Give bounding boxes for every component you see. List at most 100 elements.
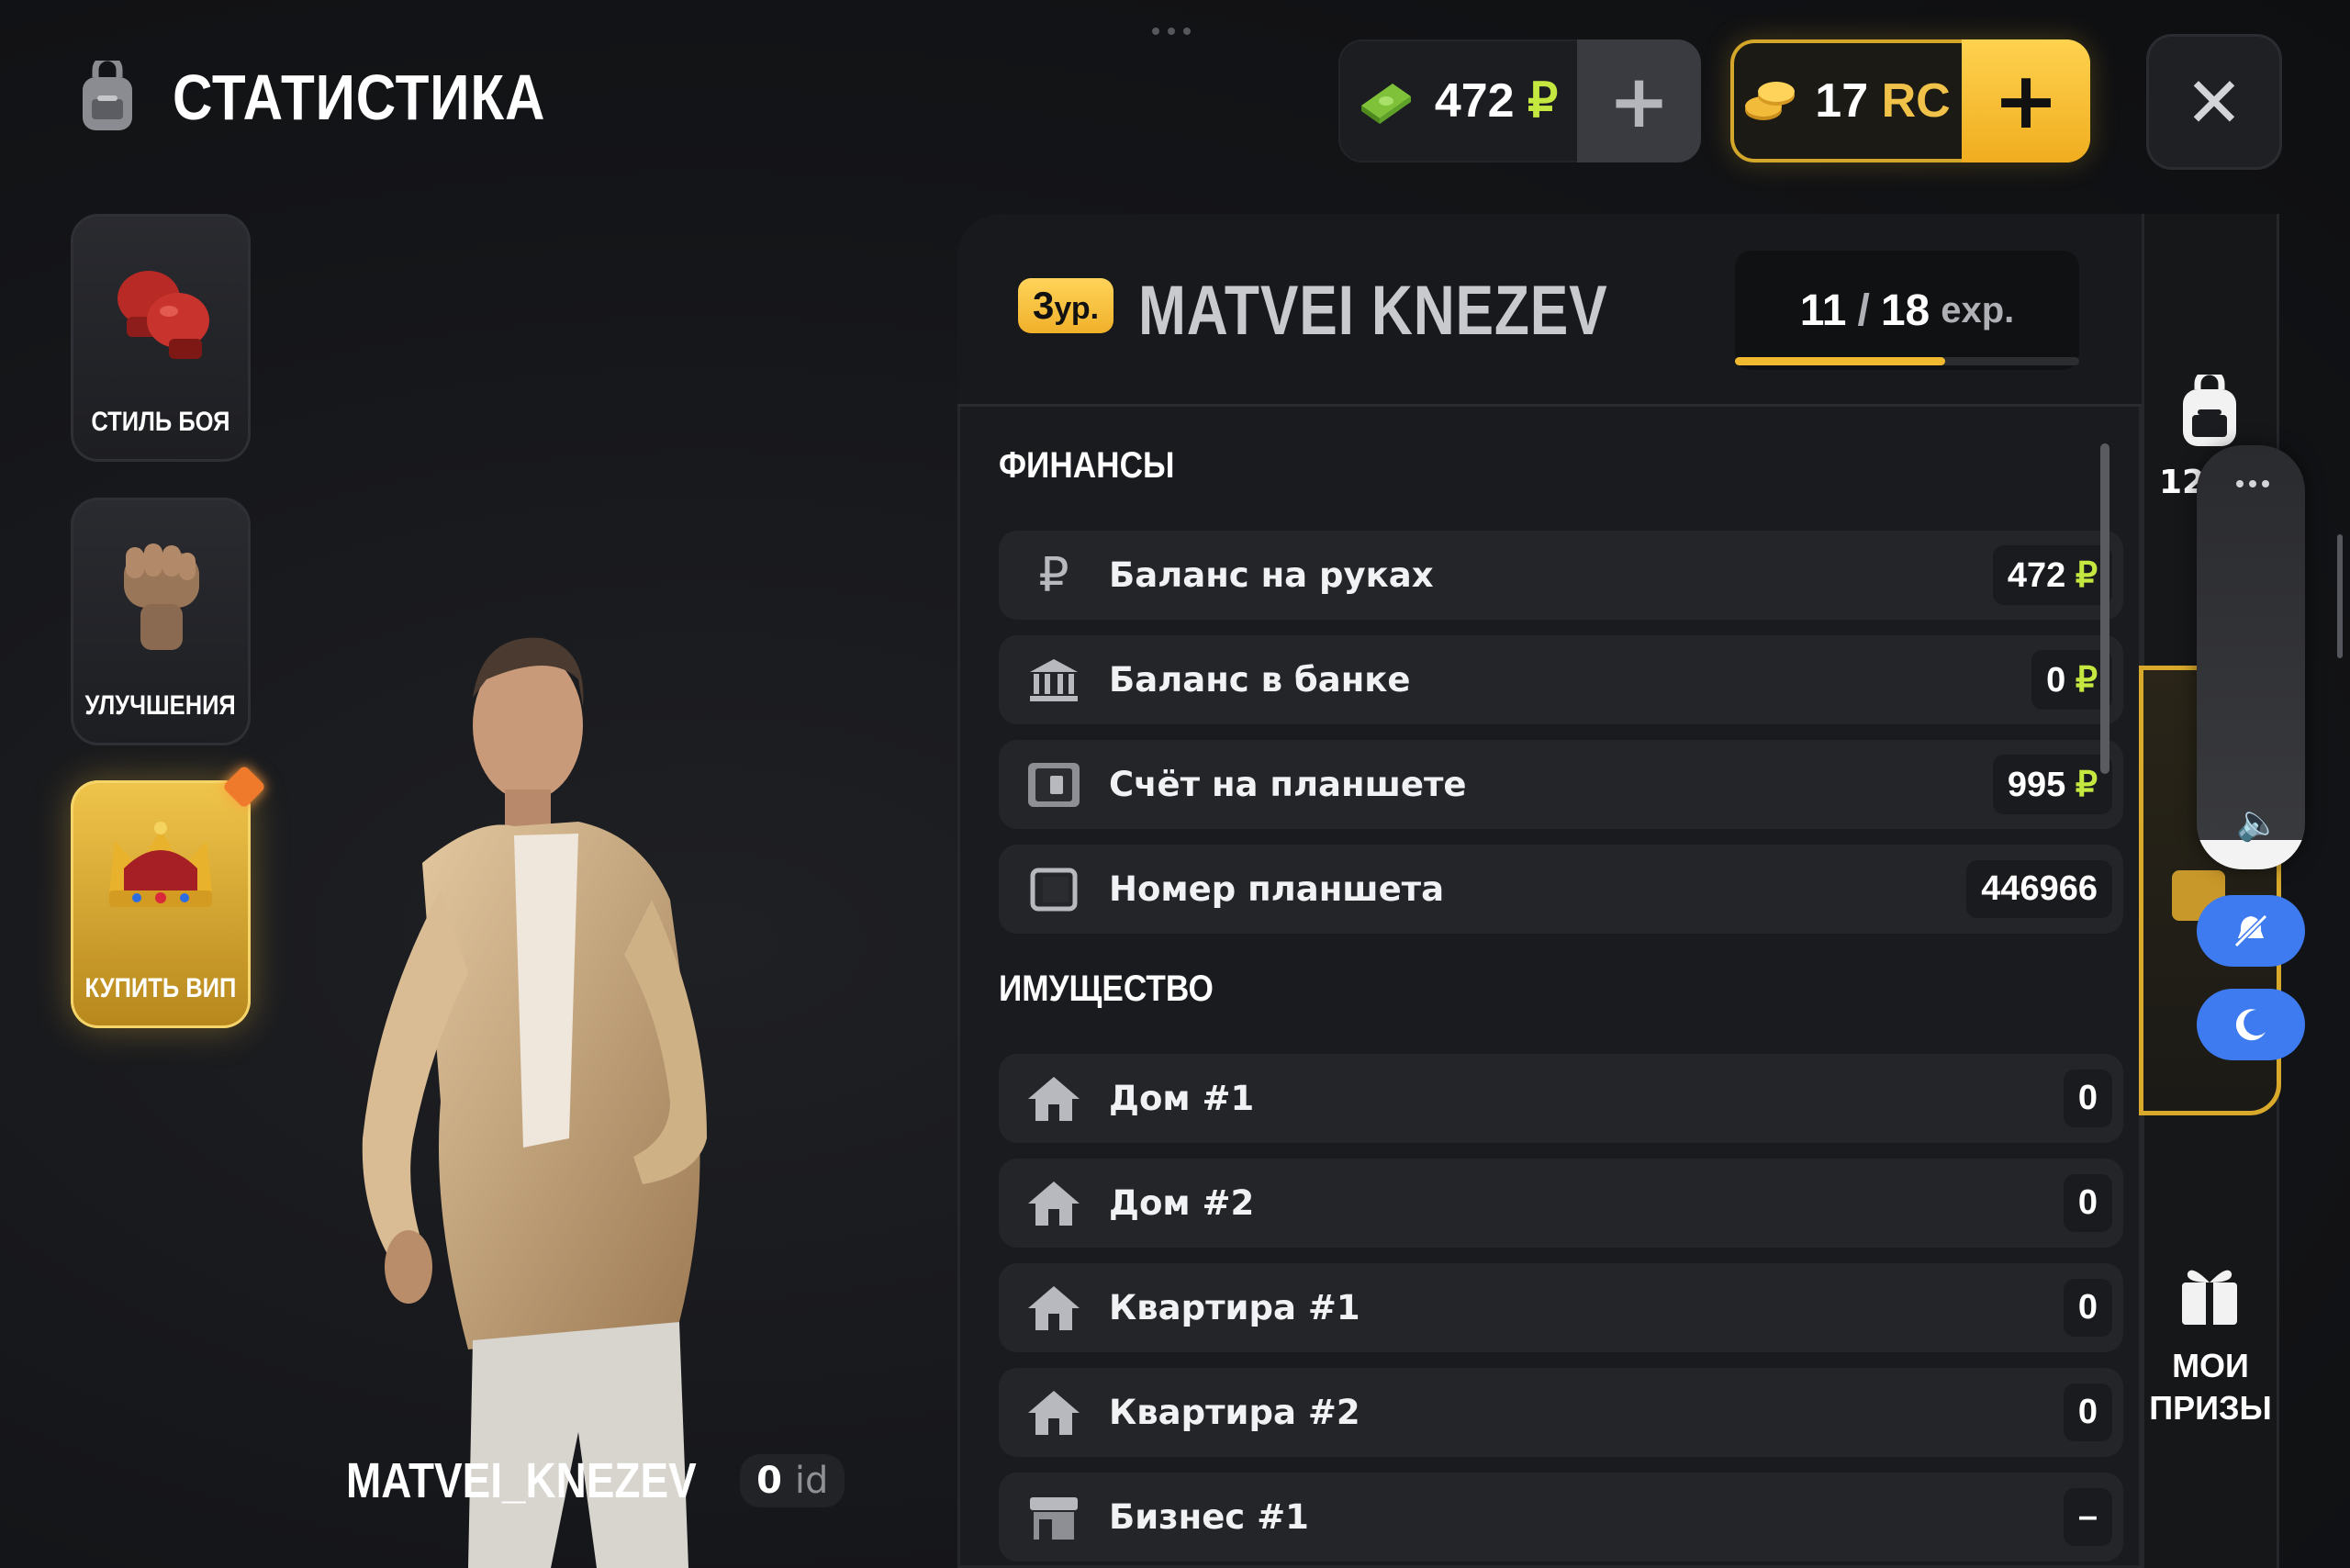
- property-row-value: 0: [2063, 1174, 2112, 1232]
- rc-value: 17: [1815, 74, 1869, 128]
- volume-level-fill: [2197, 839, 2305, 869]
- focus-mode-button[interactable]: [2197, 989, 2305, 1060]
- finance-row-value: 995 ₽: [1992, 755, 2112, 814]
- finance-row-label: Баланс в банке: [1109, 660, 1411, 700]
- menu-buy-vip-label: КУПИТЬ ВИП: [84, 973, 237, 1003]
- menu-buy-vip[interactable]: КУПИТЬ ВИП: [71, 764, 267, 1028]
- level-number: 3: [1033, 284, 1055, 327]
- property-row-label: Квартира #2: [1109, 1393, 1360, 1432]
- rc-symbol: RC: [1881, 74, 1951, 128]
- bank-icon: [999, 657, 1109, 703]
- moon-icon: [2235, 1009, 2266, 1041]
- fist-icon: [124, 543, 199, 650]
- finances-section-title: ФИНАНСЫ: [999, 445, 1175, 486]
- ruble-symbol: ₽: [2075, 556, 2098, 595]
- finance-row-label: Счёт на планшете: [1109, 765, 1467, 804]
- house-icon: [999, 1075, 1109, 1123]
- finance-row-tablet-number: Номер планшета 446966: [999, 845, 2123, 934]
- exp-total: 18: [1880, 286, 1930, 335]
- property-row-business-1: Бизнес #1 –: [999, 1473, 2123, 1562]
- more-options-icon[interactable]: [2236, 480, 2269, 487]
- ruble-symbol: ₽: [2075, 661, 2098, 700]
- money-balance-pill: 472 ₽ +: [1338, 39, 1701, 162]
- level-suffix: ур.: [1054, 291, 1100, 326]
- ruble-symbol: ₽: [1528, 74, 1559, 128]
- finance-row-cash: ₽ Баланс на руках 472 ₽: [999, 531, 2123, 620]
- my-prizes-label[interactable]: МОИ ПРИЗЫ: [2142, 1345, 2279, 1429]
- experience-progress-fill: [1735, 357, 1946, 365]
- finance-row-value: 446966: [1966, 860, 2112, 918]
- experience-progress-bar: [1735, 357, 2079, 365]
- ruble-symbol: ₽: [2075, 766, 2098, 804]
- prizes-line-1: МОИ: [2172, 1347, 2249, 1384]
- property-row-value: 0: [2063, 1383, 2112, 1441]
- property-row-house-2: Дом #2 0: [999, 1159, 2123, 1248]
- bank-value: 0: [2046, 661, 2066, 700]
- page-header: СТАТИСТИКА: [73, 61, 606, 134]
- close-button[interactable]: ✕: [2146, 34, 2282, 170]
- backpack-icon: [83, 61, 132, 130]
- tablet-icon: [999, 868, 1109, 912]
- tablet-account-value: 995: [2007, 766, 2066, 804]
- money-balance: 472 ₽: [1338, 39, 1577, 162]
- silent-mode-button[interactable]: [2197, 895, 2305, 967]
- crown-icon: [109, 822, 212, 907]
- player-id-word: id: [794, 1460, 829, 1502]
- house-icon: [999, 1389, 1109, 1437]
- property-row-apartment-1: Квартира #1 0: [999, 1263, 2123, 1352]
- stats-panel-header: 3ур. MATVEI KNEZEV 11 / 18 exp.: [957, 214, 2142, 407]
- menu-upgrades[interactable]: УЛУЧШЕНИЯ: [71, 498, 251, 745]
- exp-separator: /: [1857, 286, 1870, 335]
- cash-stack-icon: [1360, 84, 1411, 124]
- prizes-line-2: ПРИЗЫ: [2149, 1389, 2272, 1427]
- drag-handle[interactable]: [1152, 28, 1191, 35]
- coins-icon: [1745, 82, 1796, 120]
- page-title: СТАТИСТИКА: [173, 62, 546, 133]
- add-money-button[interactable]: +: [1577, 39, 1701, 162]
- inventory-backpack-icon[interactable]: [2176, 375, 2244, 448]
- shop-icon: [999, 1494, 1109, 1541]
- house-icon: [999, 1284, 1109, 1332]
- player-id-value: 0: [756, 1460, 782, 1502]
- finance-row-tablet-account: Счёт на планшете 995 ₽: [999, 740, 2123, 829]
- new-badge: [221, 764, 267, 810]
- finance-row-bank: Баланс в банке 0 ₽: [999, 635, 2123, 724]
- property-row-value: 0: [2063, 1279, 2112, 1337]
- property-row-label: Дом #1: [1109, 1079, 1255, 1118]
- character-model: [362, 637, 707, 1568]
- finance-row-value: 472 ₽: [1992, 545, 2112, 605]
- rc-balance: 17 RC: [1730, 39, 1962, 162]
- speaker-icon: 🔈: [2236, 802, 2280, 843]
- money-value: 472: [1434, 74, 1515, 128]
- property-row-label: Бизнес #1: [1109, 1497, 1309, 1537]
- experience-box: 11 / 18 exp.: [1735, 251, 2079, 370]
- rc-balance-pill: 17 RC +: [1730, 39, 2090, 162]
- finance-row-label: Баланс на руках: [1109, 555, 1434, 595]
- level-badge: 3ур.: [1018, 278, 1114, 333]
- property-row-value: 0: [2063, 1070, 2112, 1127]
- boxing-gloves-icon: [118, 271, 209, 359]
- screen-edge-handle[interactable]: [2337, 534, 2343, 658]
- exp-current: 11: [1799, 286, 1847, 335]
- tablet-wallet-icon: [999, 761, 1109, 809]
- gift-icon[interactable]: [2178, 1262, 2241, 1327]
- exp-unit: exp.: [1941, 289, 2015, 330]
- property-row-apartment-2: Квартира #2 0: [999, 1368, 2123, 1457]
- menu-fight-style[interactable]: СТИЛЬ БОЯ: [71, 214, 251, 462]
- player-name: MATVEI_KNEZEV: [346, 1453, 697, 1508]
- property-row-value: –: [2063, 1488, 2112, 1546]
- add-rc-button[interactable]: +: [1962, 39, 2090, 162]
- cash-value: 472: [2007, 556, 2066, 595]
- property-section-title: ИМУЩЕСТВО: [999, 969, 1214, 1009]
- finance-row-label: Номер планшета: [1109, 869, 1445, 909]
- panel-scrollbar[interactable]: [2100, 443, 2109, 774]
- player-id-badge: 0 id: [740, 1454, 845, 1507]
- property-row-house-1: Дом #1 0: [999, 1054, 2123, 1143]
- bell-slash-icon: [2233, 913, 2268, 948]
- ruble-icon: ₽: [1038, 547, 1069, 603]
- stats-panel: 3ур. MATVEI KNEZEV 11 / 18 exp. ФИНАНСЫ …: [957, 214, 2142, 1568]
- menu-upgrades-label: УЛУЧШЕНИЯ: [84, 690, 237, 721]
- property-row-label: Дом #2: [1109, 1183, 1255, 1223]
- player-title: MATVEI KNEZEV: [1138, 272, 1608, 350]
- property-row-label: Квартира #1: [1109, 1288, 1360, 1327]
